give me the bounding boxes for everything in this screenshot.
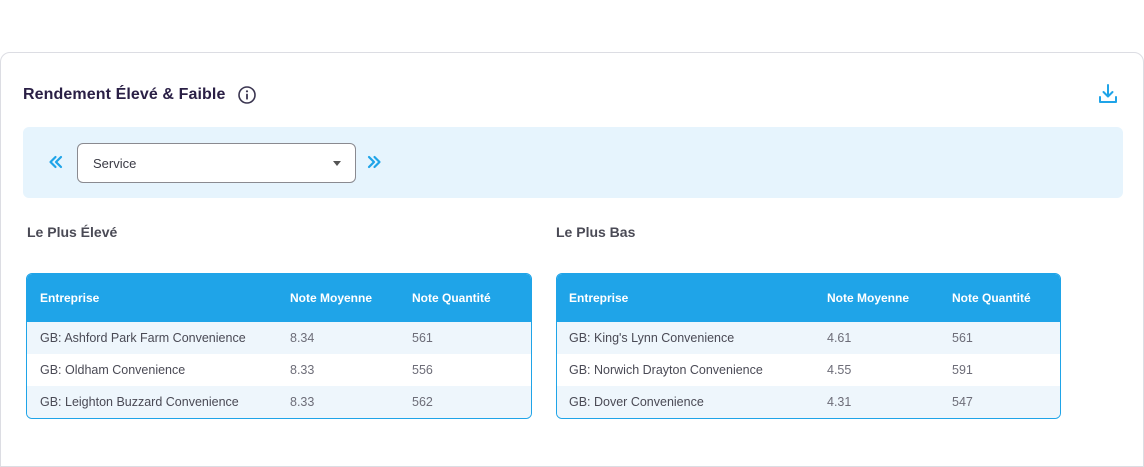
performance-card: Rendement Élevé & Faible Service Le Plus… bbox=[0, 52, 1144, 467]
category-select-value: Service bbox=[93, 156, 137, 171]
highest-table: Entreprise Note Moyenne Note Quantité GB… bbox=[26, 273, 532, 419]
company-cell: GB: Ashford Park Farm Convenience bbox=[40, 331, 246, 345]
rating-count-cell: 556 bbox=[412, 363, 433, 377]
average-rating-cell: 8.33 bbox=[290, 363, 315, 377]
average-rating-cell: 4.55 bbox=[827, 363, 852, 377]
card-header: Rendement Élevé & Faible bbox=[23, 83, 257, 107]
table-header: Entreprise Note Moyenne Note Quantité bbox=[27, 274, 531, 322]
table-header: Entreprise Note Moyenne Note Quantité bbox=[557, 274, 1060, 322]
column-header-average-rating[interactable]: Note Moyenne bbox=[827, 291, 952, 305]
table-row[interactable]: GB: Oldham Convenience 8.33 556 bbox=[27, 354, 531, 386]
highest-section-title: Le Plus Élevé bbox=[27, 224, 118, 240]
rating-count-cell: 561 bbox=[952, 331, 973, 345]
column-header-rating-count[interactable]: Note Quantité bbox=[412, 291, 522, 305]
average-rating-cell: 4.31 bbox=[827, 395, 852, 409]
average-rating-cell: 8.34 bbox=[290, 331, 315, 345]
rating-count-cell: 591 bbox=[952, 363, 973, 377]
category-select[interactable]: Service bbox=[77, 143, 356, 183]
column-header-company[interactable]: Entreprise bbox=[557, 291, 827, 305]
info-icon[interactable] bbox=[237, 85, 257, 105]
table-row[interactable]: GB: Norwich Drayton Convenience 4.55 591 bbox=[557, 354, 1060, 386]
table-row[interactable]: GB: King's Lynn Convenience 4.61 561 bbox=[557, 322, 1060, 354]
rating-count-cell: 562 bbox=[412, 395, 433, 409]
company-cell: GB: Leighton Buzzard Convenience bbox=[40, 395, 239, 409]
column-header-average-rating[interactable]: Note Moyenne bbox=[290, 291, 412, 305]
column-header-rating-count[interactable]: Note Quantité bbox=[952, 291, 1052, 305]
company-cell: GB: King's Lynn Convenience bbox=[569, 331, 735, 345]
double-chevron-left-icon[interactable] bbox=[47, 153, 65, 171]
table-body: GB: Ashford Park Farm Convenience 8.34 5… bbox=[27, 322, 531, 418]
company-cell: GB: Dover Convenience bbox=[569, 395, 704, 409]
double-chevron-right-icon[interactable] bbox=[365, 153, 383, 171]
lowest-section-title: Le Plus Bas bbox=[556, 224, 636, 240]
table-row[interactable]: GB: Ashford Park Farm Convenience 8.34 5… bbox=[27, 322, 531, 354]
table-row[interactable]: GB: Dover Convenience 4.31 547 bbox=[557, 386, 1060, 418]
table-body: GB: King's Lynn Convenience 4.61 561 GB:… bbox=[557, 322, 1060, 418]
download-icon[interactable] bbox=[1097, 83, 1119, 105]
card-title: Rendement Élevé & Faible bbox=[23, 86, 226, 103]
column-header-company[interactable]: Entreprise bbox=[27, 291, 290, 305]
caret-down-icon bbox=[333, 161, 341, 166]
table-row[interactable]: GB: Leighton Buzzard Convenience 8.33 56… bbox=[27, 386, 531, 418]
filter-bar: Service bbox=[23, 127, 1123, 198]
average-rating-cell: 8.33 bbox=[290, 395, 315, 409]
rating-count-cell: 561 bbox=[412, 331, 433, 345]
rating-count-cell: 547 bbox=[952, 395, 973, 409]
average-rating-cell: 4.61 bbox=[827, 331, 852, 345]
company-cell: GB: Oldham Convenience bbox=[40, 363, 186, 377]
lowest-table: Entreprise Note Moyenne Note Quantité GB… bbox=[556, 273, 1061, 419]
company-cell: GB: Norwich Drayton Convenience bbox=[569, 363, 763, 377]
